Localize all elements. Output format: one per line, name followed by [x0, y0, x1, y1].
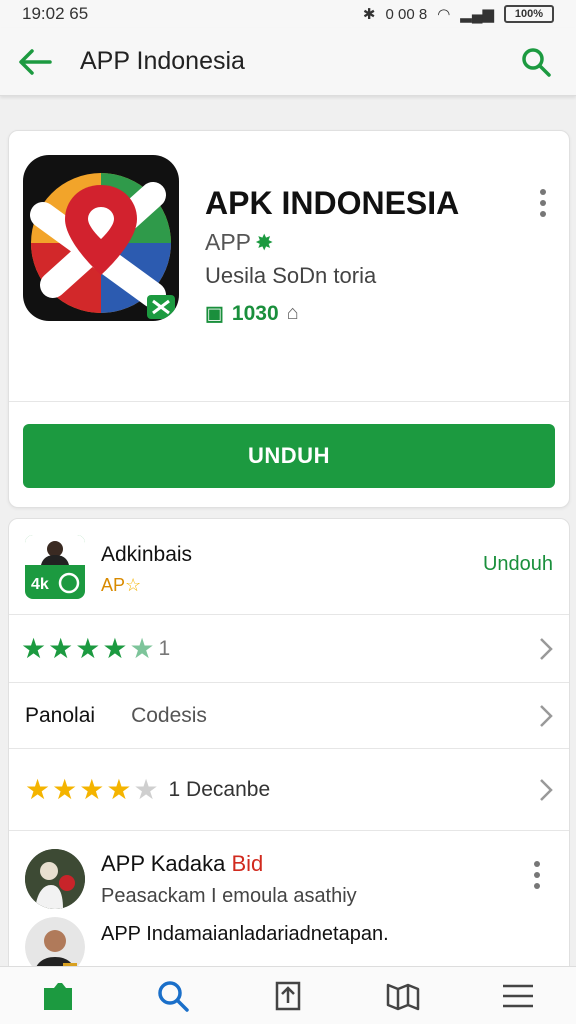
app-name: APK INDONESIA	[205, 185, 460, 221]
app-developer[interactable]: APP ✸	[205, 229, 273, 256]
status-icons: ✱ 0 00 8 ◠ ▂▄▆ 100%	[363, 5, 554, 23]
app-icon[interactable]	[23, 155, 179, 321]
review-summary-text: 1 Decanbe	[168, 777, 271, 801]
clock: 19:02 65	[22, 4, 89, 23]
dot-icon	[540, 211, 546, 217]
arrow-left-icon	[19, 48, 52, 75]
star-icon: ★	[52, 773, 78, 805]
install-button[interactable]: UNDUH	[23, 424, 555, 488]
info-row[interactable]: Panolai Codesis	[9, 683, 569, 749]
related-app-icon: 4k	[25, 535, 85, 599]
chevron-right-icon	[540, 637, 553, 660]
dot-icon	[534, 883, 540, 889]
star-icon: ★	[25, 773, 51, 805]
library-icon	[386, 983, 420, 1010]
nav-home[interactable]	[18, 967, 98, 1024]
info-value: Codesis	[131, 703, 207, 727]
review-summary-row[interactable]: ★ ★ ★ ★ ★ 1 Decanbe	[9, 749, 569, 831]
chevron-right-icon	[540, 704, 553, 727]
chevron-right-icon	[540, 778, 553, 801]
review-options-button[interactable]	[525, 857, 549, 893]
review-text: Peasackam I emoula asathiy	[101, 885, 357, 907]
bluetooth-icon: ✱	[362, 6, 376, 23]
star-icon: ★	[75, 632, 101, 664]
verified-badge-icon: ✸	[255, 229, 274, 255]
star-icon: ★	[106, 773, 132, 805]
rating-row[interactable]: ★ ★ ★ ★ ★ 1	[9, 615, 569, 683]
search-icon	[158, 980, 189, 1012]
developer-label: APP	[205, 229, 252, 255]
signal-icon: ▂▄▆	[460, 6, 494, 23]
more-options-button[interactable]	[531, 183, 555, 223]
search-icon	[522, 47, 551, 77]
details-list-card: 4k Adkinbais AP☆ Undouh ★ ★ ★ ★ ★ 1 Pano…	[8, 518, 570, 978]
review-entry: APP Kadaka Bid Peasackam I emoula asathi…	[9, 831, 569, 977]
related-app-row[interactable]: 4k Adkinbais AP☆ Undouh	[9, 519, 569, 615]
reviewer-name: APP Kadaka Bid	[101, 851, 263, 877]
back-button[interactable]	[0, 28, 70, 96]
avatar[interactable]	[25, 849, 85, 909]
reviewer-tag: Bid	[231, 851, 264, 876]
review-stars: ★ ★ ★ ★ ★	[25, 773, 159, 805]
star-icon: ★	[102, 632, 128, 664]
related-app-name: Adkinbais	[101, 543, 193, 566]
app-details-card: APK INDONESIA APP ✸ Uesila SoDn toria ▣ …	[8, 130, 570, 508]
star-icon: ☆	[125, 575, 142, 595]
star-empty-icon: ★	[133, 773, 159, 805]
meta-count: 1030	[231, 301, 279, 325]
map-pin-logo-icon	[30, 173, 175, 319]
star-icon: ★	[21, 632, 47, 664]
related-download-button[interactable]: Undouh	[483, 553, 553, 576]
divider	[9, 401, 569, 402]
review-second-line: APP Indamaianladariadnetapan.	[101, 923, 389, 945]
status-bar: 19:02 65 ✱ 0 00 8 ◠ ▂▄▆ 100%	[0, 0, 576, 28]
dot-icon	[534, 872, 540, 878]
search-button[interactable]	[496, 28, 576, 96]
star-icon: ★	[79, 773, 105, 805]
app-description: Uesila SoDn toria	[205, 263, 377, 288]
related-app-sub-text: AP	[101, 575, 126, 595]
nav-search[interactable]	[133, 967, 213, 1024]
info-badge-icon: ⌂	[286, 302, 299, 324]
star-icon: ★	[48, 632, 74, 664]
dot-icon	[540, 189, 546, 195]
person-logo-icon: 4k	[25, 535, 85, 594]
info-label: Panolai	[25, 703, 96, 727]
wifi-icon: ◠	[437, 6, 451, 23]
svg-text:4k: 4k	[31, 576, 49, 593]
app-meta: ▣ 1030 ⌂	[205, 301, 299, 326]
qr-icon: ▣	[205, 303, 224, 325]
avatar-image	[25, 849, 85, 909]
app-bar: APP Indonesia	[0, 28, 576, 96]
nav-upload[interactable]	[248, 967, 328, 1024]
status-text: 0 00 8	[385, 5, 428, 23]
half-star-icon: ★	[129, 632, 155, 664]
menu-icon	[503, 984, 534, 1007]
related-app-sub: AP☆	[101, 575, 141, 596]
rating-stars: ★ ★ ★ ★ ★	[21, 632, 155, 664]
dot-icon	[540, 200, 546, 206]
battery-icon: 100%	[504, 5, 554, 23]
home-icon	[43, 982, 72, 1010]
dot-icon	[534, 861, 540, 867]
page-title: APP Indonesia	[80, 47, 245, 75]
nav-menu[interactable]	[478, 967, 558, 1024]
rating-count: 1	[158, 636, 171, 660]
upload-icon	[275, 981, 301, 1010]
nav-library[interactable]	[363, 967, 443, 1024]
bottom-nav	[0, 966, 576, 1024]
reviewer-name-text: APP Kadaka	[101, 851, 226, 876]
